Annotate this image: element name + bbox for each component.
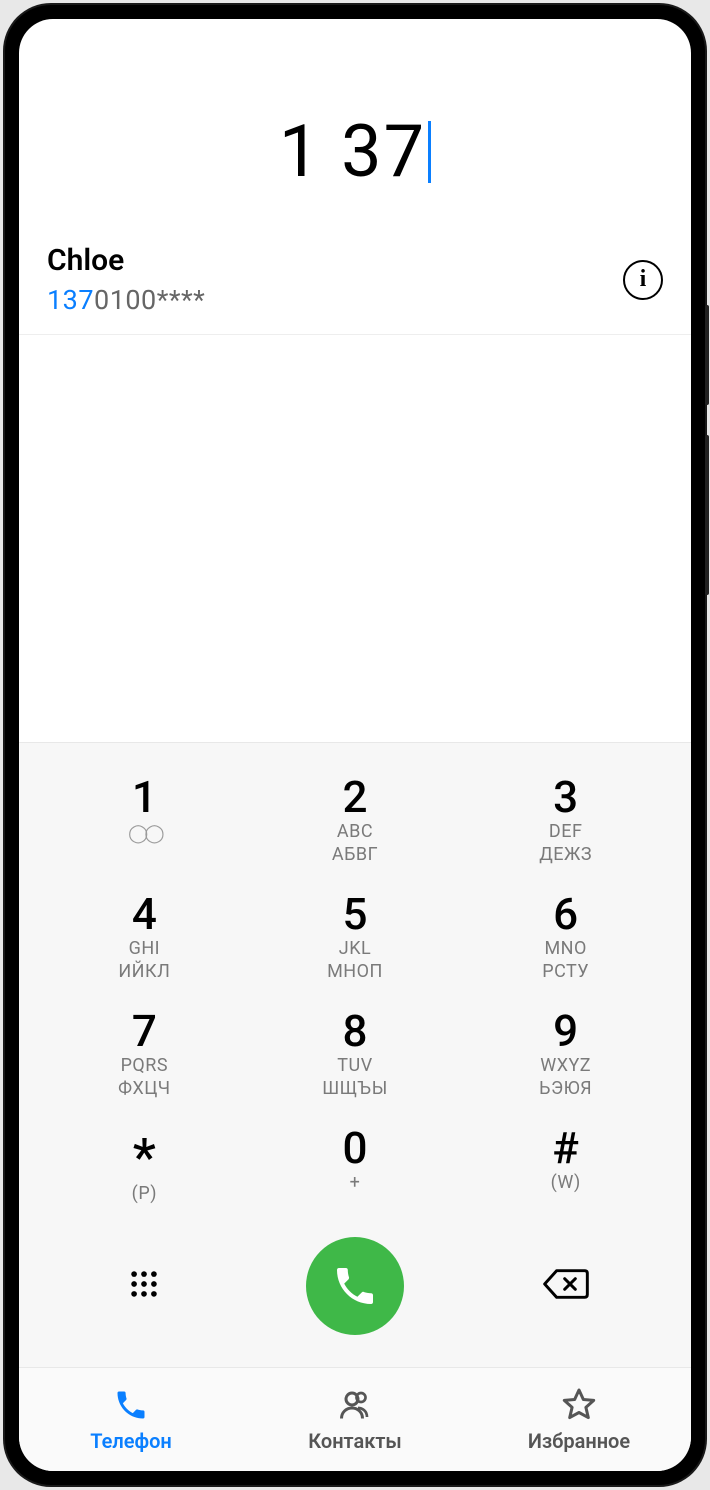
number-rest: 0100**** — [94, 284, 205, 316]
key-9[interactable]: 9 WXYZ ЬЭЮЯ — [460, 997, 671, 1114]
number-match: 137 — [47, 284, 94, 316]
dial-grid: 1 ◯◯ 2 ABC АБВГ 3 DEF ДЕЖЗ 4 GHI ИЙКЛ — [39, 763, 671, 1219]
nav-phone[interactable]: Телефон — [19, 1368, 243, 1471]
star-icon — [561, 1387, 597, 1423]
bottom-nav: Телефон Контакты Избранное — [19, 1367, 691, 1471]
key-star[interactable]: * (P) — [39, 1114, 250, 1219]
key-5[interactable]: 5 JKL МНОП — [250, 880, 461, 997]
key-hash[interactable]: # (W) — [460, 1114, 671, 1219]
spacer — [19, 335, 691, 742]
key-7[interactable]: 7 PQRS ФХЦЧ — [39, 997, 250, 1114]
side-button — [705, 435, 709, 595]
key-6[interactable]: 6 MNO РСТУ — [460, 880, 671, 997]
phone-icon — [331, 1262, 379, 1310]
key-2[interactable]: 2 ABC АБВГ — [250, 763, 461, 880]
phone-frame: 1 37 Chloe 1370100**** i 1 ◯◯ 2 ABC — [5, 5, 705, 1485]
key-4[interactable]: 4 GHI ИЙКЛ — [39, 880, 250, 997]
nav-label-contacts: Контакты — [308, 1429, 402, 1453]
contacts-icon — [337, 1387, 373, 1423]
action-row — [39, 1219, 671, 1357]
text-cursor — [428, 121, 431, 183]
key-3[interactable]: 3 DEF ДЕЖЗ — [460, 763, 671, 880]
contact-suggestion[interactable]: Chloe 1370100**** i — [19, 229, 691, 335]
key-8[interactable]: 8 TUV ШЩЪЫ — [250, 997, 461, 1114]
dialed-number-display[interactable]: 1 37 — [19, 19, 691, 229]
dial-pad: 1 ◯◯ 2 ABC АБВГ 3 DEF ДЕЖЗ 4 GHI ИЙКЛ — [19, 742, 691, 1367]
phone-icon — [113, 1387, 149, 1423]
suggestion-number: 1370100**** — [47, 284, 623, 316]
suggestion-name: Chloe — [47, 243, 623, 278]
nav-label-phone: Телефон — [90, 1429, 172, 1453]
side-button — [705, 305, 709, 405]
nav-label-favorites: Избранное — [528, 1429, 630, 1453]
dialpad-grid-icon[interactable] — [127, 1267, 161, 1305]
backspace-icon — [542, 1266, 590, 1302]
voicemail-icon: ◯◯ — [128, 823, 160, 844]
info-icon[interactable]: i — [623, 260, 663, 300]
key-0[interactable]: 0 + — [250, 1114, 461, 1219]
key-1[interactable]: 1 ◯◯ — [39, 763, 250, 880]
screen: 1 37 Chloe 1370100**** i 1 ◯◯ 2 ABC — [19, 19, 691, 1471]
nav-contacts[interactable]: Контакты — [243, 1368, 467, 1471]
nav-favorites[interactable]: Избранное — [467, 1368, 691, 1471]
suggestion-text: Chloe 1370100**** — [47, 243, 623, 316]
dialed-number: 1 37 — [279, 109, 426, 194]
backspace-button[interactable] — [542, 1266, 590, 1306]
call-button[interactable] — [306, 1237, 404, 1335]
